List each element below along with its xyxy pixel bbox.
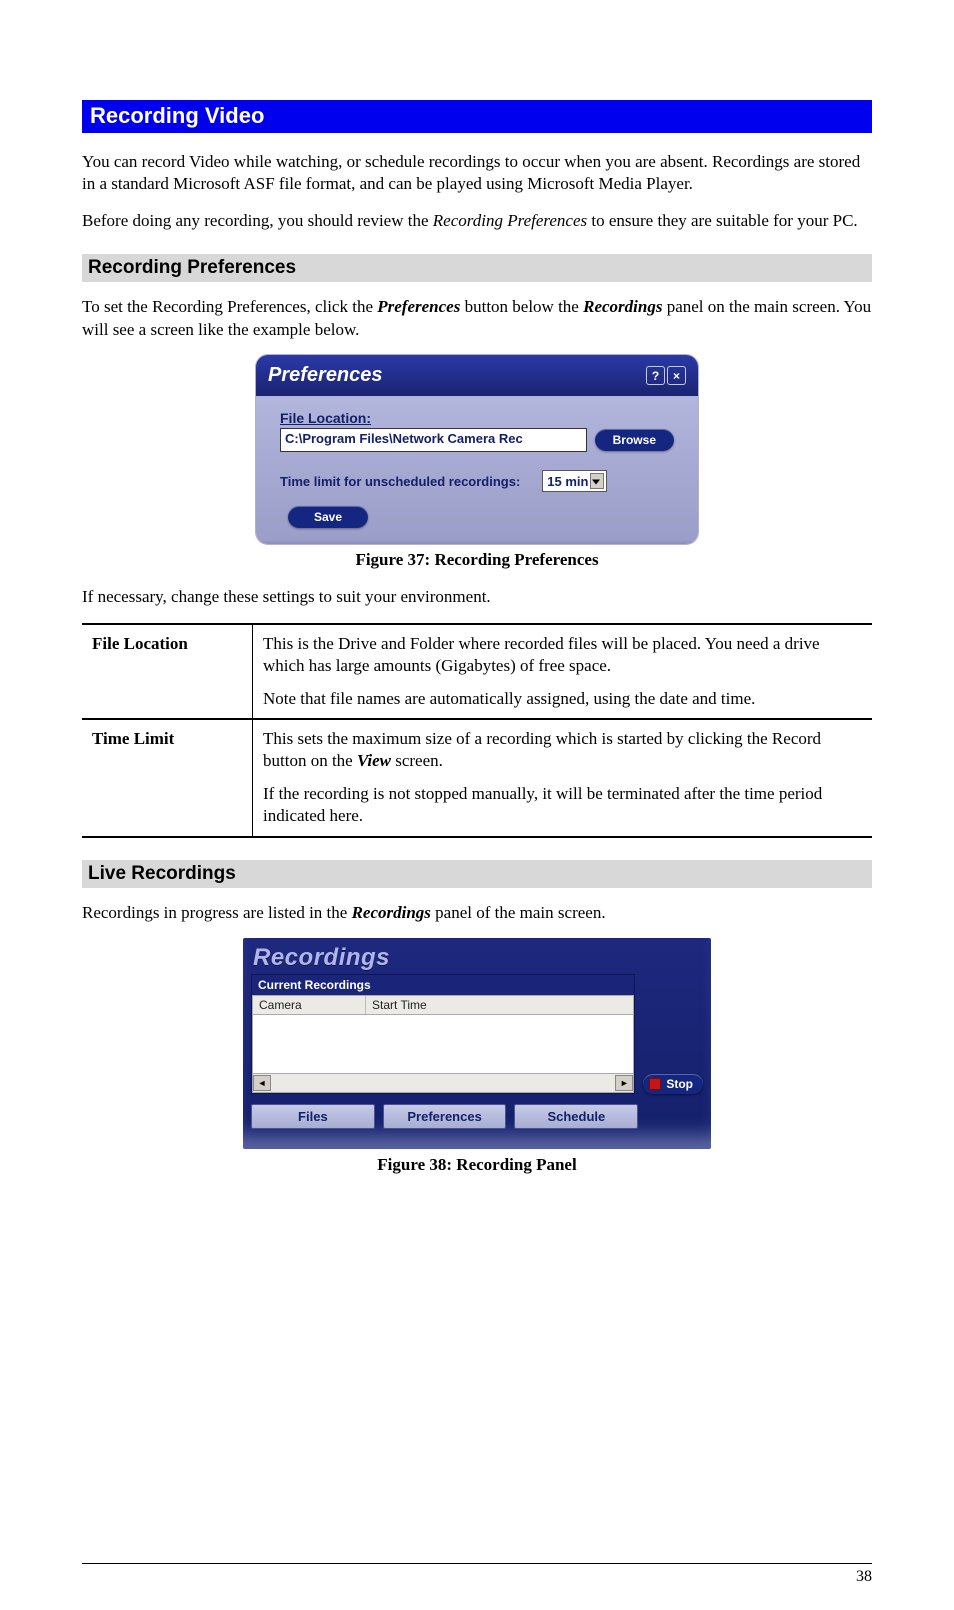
dialog-title: Preferences (268, 364, 383, 387)
heading-main: Recording Video (82, 100, 872, 133)
time-limit-value: 15 min (547, 474, 588, 489)
prefs-intro-b: button below the (460, 297, 583, 316)
settings-table: File Location This is the Drive and Fold… (82, 623, 872, 838)
intro-paragraph-2: Before doing any recording, you should r… (82, 210, 872, 232)
row2-p1-b: screen. (391, 751, 443, 770)
row2-p2: If the recording is not stopped manually… (263, 783, 862, 828)
row2-label: Time Limit (82, 719, 253, 837)
live-intro-b: panel of the main screen. (431, 903, 606, 922)
live-intro-a: Recordings in progress are listed in the (82, 903, 352, 922)
time-limit-select[interactable]: 15 min (542, 470, 607, 492)
row2-p1-a: This sets the maximum size of a recordin… (263, 729, 821, 770)
column-start-time[interactable]: Start Time (366, 996, 633, 1014)
prefs-intro: To set the Recording Preferences, click … (82, 296, 872, 341)
schedule-button[interactable]: Schedule (514, 1104, 638, 1129)
file-location-input[interactable]: C:\Program Files\Network Camera Rec (280, 428, 587, 452)
column-camera[interactable]: Camera (253, 996, 366, 1014)
save-button[interactable]: Save (288, 506, 368, 528)
row1-p2: Note that file names are automatically a… (263, 688, 862, 710)
browse-button[interactable]: Browse (595, 429, 674, 451)
heading-live-recordings: Live Recordings (82, 860, 872, 888)
close-icon[interactable]: × (667, 366, 686, 385)
intro-p2-em: Recording Preferences (433, 211, 587, 230)
row1-label: File Location (82, 624, 253, 719)
figure-38-caption: Figure 38: Recording Panel (82, 1155, 872, 1175)
intro-p2-a: Before doing any recording, you should r… (82, 211, 433, 230)
prefs-intro-em2: Recordings (583, 297, 662, 316)
live-intro: Recordings in progress are listed in the… (82, 902, 872, 924)
preferences-dialog: Preferences ? × File Location: C:\Progra… (256, 355, 698, 544)
table-row: Time Limit This sets the maximum size of… (82, 719, 872, 837)
heading-recording-preferences: Recording Preferences (82, 254, 872, 282)
intro-paragraph-1: You can record Video while watching, or … (82, 151, 872, 196)
scroll-right-icon[interactable]: ► (615, 1075, 633, 1091)
scroll-left-icon[interactable]: ◄ (253, 1075, 271, 1091)
prefs-intro-a: To set the Recording Preferences, click … (82, 297, 377, 316)
time-limit-label: Time limit for unscheduled recordings: (280, 474, 520, 489)
recordings-panel: Recordings Current Recordings Camera Sta… (243, 938, 711, 1149)
stop-button[interactable]: Stop (643, 1074, 703, 1094)
prefs-intro-em1: Preferences (377, 297, 460, 316)
stop-label: Stop (666, 1077, 693, 1091)
preferences-button[interactable]: Preferences (383, 1104, 507, 1129)
live-intro-em: Recordings (352, 903, 431, 922)
current-recordings-label: Current Recordings (252, 975, 634, 995)
row1-p1: This is the Drive and Folder where recor… (263, 633, 862, 678)
figure-37-caption: Figure 37: Recording Preferences (82, 550, 872, 570)
prefs-outro: If necessary, change these settings to s… (82, 586, 872, 608)
footer-rule (82, 1563, 872, 1564)
row2-p1-em: View (357, 751, 391, 770)
row2-p1: This sets the maximum size of a recordin… (263, 728, 862, 773)
files-button[interactable]: Files (251, 1104, 375, 1129)
chevron-down-icon (592, 480, 600, 485)
help-icon[interactable]: ? (646, 366, 665, 385)
intro-p2-b: to ensure they are suitable for your PC. (587, 211, 858, 230)
horizontal-scrollbar[interactable]: ◄ ► (252, 1074, 634, 1093)
table-row: File Location This is the Drive and Fold… (82, 624, 872, 719)
file-location-label: File Location: (280, 410, 674, 426)
stop-icon (649, 1078, 661, 1090)
recordings-rows (252, 1015, 634, 1074)
recordings-list: Current Recordings Camera Start Time ◄ ► (251, 974, 635, 1094)
page-number: 38 (856, 1568, 872, 1586)
recordings-title: Recordings (251, 944, 703, 974)
